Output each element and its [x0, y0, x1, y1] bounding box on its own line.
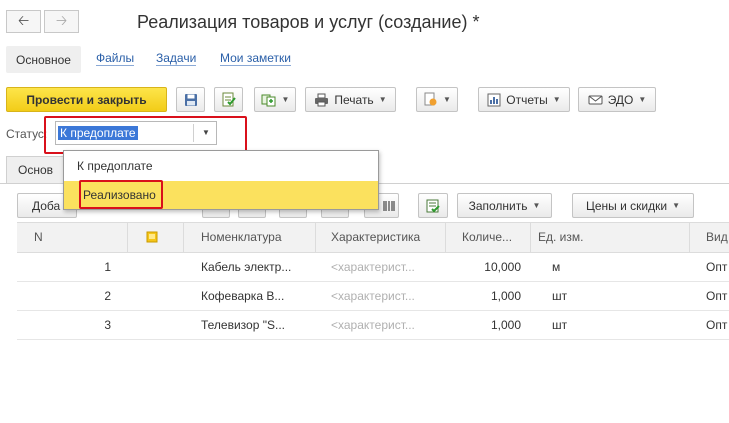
- checklist-icon: [426, 199, 440, 212]
- chevron-down-icon: ▼: [281, 95, 290, 104]
- row-kind[interactable]: Опт: [706, 318, 727, 332]
- row-characteristic[interactable]: <характерист...: [331, 289, 415, 303]
- arrow-right-icon: 🡢: [55, 11, 68, 28]
- edo-button-label: ЭДО: [607, 92, 634, 107]
- col-header-unit[interactable]: Ед. изм.: [538, 230, 583, 244]
- document-settings-icon: [424, 92, 437, 106]
- option-highlight-frame: [79, 180, 163, 209]
- status-label: Статус:: [6, 127, 48, 141]
- folder-icon: [146, 231, 158, 243]
- row-unit[interactable]: шт: [552, 318, 567, 332]
- tab-notes[interactable]: Мои заметки: [220, 52, 291, 66]
- save-button[interactable]: [176, 87, 205, 112]
- create-based-icon: [261, 94, 276, 106]
- tab-tasks[interactable]: Задачи: [156, 52, 197, 66]
- row-number: 3: [104, 318, 111, 332]
- table-header: N Номенклатура Характеристика Количе... …: [17, 222, 729, 253]
- table-row[interactable]: 2 Кофеварка В... <характерист... 1,000 ш…: [17, 282, 729, 311]
- row-number: 2: [104, 289, 111, 303]
- dropdown-option-prepayment[interactable]: К предоплате: [64, 152, 378, 180]
- col-header-characteristic[interactable]: Характеристика: [331, 230, 420, 244]
- chevron-down-icon: ▼: [378, 95, 387, 104]
- row-characteristic[interactable]: <характерист...: [331, 260, 415, 274]
- table-row[interactable]: 1 Кабель электр... <характерист... 10,00…: [17, 253, 729, 282]
- edo-icon: [588, 95, 603, 104]
- edo-button[interactable]: ЭДО ▼: [578, 87, 656, 112]
- reports-button[interactable]: Отчеты ▼: [478, 87, 570, 112]
- row-characteristic[interactable]: <характерист...: [331, 318, 415, 332]
- page-title: Реализация товаров и услуг (создание) *: [137, 12, 480, 32]
- status-highlight-frame: [44, 116, 247, 154]
- back-button[interactable]: 🡠: [6, 10, 41, 33]
- row-kind[interactable]: Опт: [706, 289, 727, 303]
- row-kind[interactable]: Опт: [706, 260, 727, 274]
- chevron-down-icon: ▼: [672, 201, 680, 210]
- col-header-kind[interactable]: Вид: [706, 230, 728, 244]
- row-quantity[interactable]: 10,000: [445, 260, 521, 274]
- row-quantity[interactable]: 1,000: [445, 318, 521, 332]
- tab-files[interactable]: Файлы: [96, 52, 135, 66]
- row-item[interactable]: Телевизор "S...: [201, 318, 285, 332]
- col-header-quantity[interactable]: Количе...: [462, 230, 512, 244]
- floppy-icon: [184, 93, 197, 106]
- table-row[interactable]: 3 Телевизор "S... <характерист... 1,000 …: [17, 311, 729, 340]
- arrow-left-icon: 🡠: [17, 11, 30, 28]
- row-number: 1: [104, 260, 111, 274]
- chevron-down-icon: ▼: [443, 95, 451, 104]
- chevron-down-icon: ▼: [552, 95, 561, 104]
- fill-button-label: Заполнить: [468, 198, 528, 213]
- post-button[interactable]: [214, 87, 243, 112]
- tab-main[interactable]: Основное: [6, 46, 81, 73]
- fill-button[interactable]: Заполнить ▼: [457, 193, 552, 218]
- barcode-icon: [382, 200, 395, 211]
- prices-button-label: Цены и скидки: [585, 198, 668, 213]
- print-button[interactable]: Печать ▼: [305, 87, 396, 112]
- forward-button[interactable]: 🡢: [44, 10, 79, 33]
- tab-goods[interactable]: Основ: [6, 156, 66, 183]
- header-folder-icon: [146, 231, 158, 246]
- row-unit[interactable]: шт: [552, 289, 567, 303]
- chevron-down-icon: ▼: [532, 201, 541, 210]
- row-unit[interactable]: м: [552, 260, 560, 274]
- row-item[interactable]: Кофеварка В...: [201, 289, 284, 303]
- document-post-icon: [222, 92, 236, 107]
- row-quantity[interactable]: 1,000: [445, 289, 521, 303]
- create-based-on-button[interactable]: ▼: [254, 87, 296, 112]
- select-items-button[interactable]: [418, 193, 448, 218]
- report-icon: [487, 93, 501, 106]
- print-button-label: Печать: [334, 92, 374, 107]
- row-item[interactable]: Кабель электр...: [201, 260, 291, 274]
- col-header-n[interactable]: N: [34, 230, 43, 244]
- post-and-close-button[interactable]: Провести и закрыть: [6, 87, 167, 112]
- reports-button-label: Отчеты: [506, 92, 548, 107]
- prices-discounts-button[interactable]: Цены и скидки ▼: [572, 193, 694, 218]
- chevron-down-icon: ▼: [638, 95, 647, 104]
- printer-icon: [315, 93, 329, 106]
- col-header-item[interactable]: Номенклатура: [201, 230, 282, 244]
- attachments-button[interactable]: ▼: [416, 87, 458, 112]
